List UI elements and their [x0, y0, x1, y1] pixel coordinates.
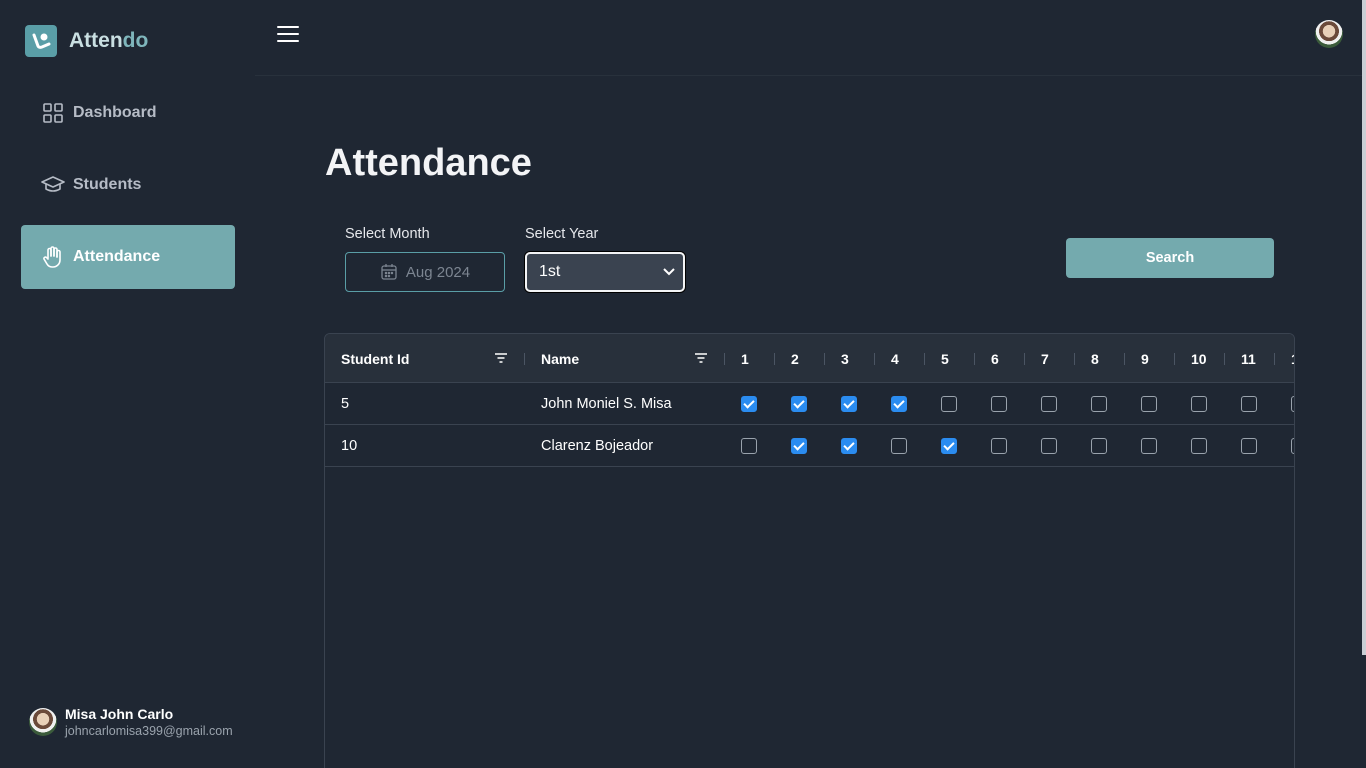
user-profile[interactable]: Misa John Carlo johncarlomisa399@gmail.c… [29, 706, 233, 738]
column-separator[interactable] [824, 353, 825, 365]
cell-name: Clarenz Bojeador [541, 438, 654, 454]
search-button[interactable]: Search [1066, 238, 1274, 278]
table-row: 10 Clarenz Bojeador [325, 425, 1294, 467]
column-separator[interactable] [1224, 353, 1225, 365]
attendance-checkbox[interactable] [941, 438, 957, 454]
year-value: 1st [539, 263, 561, 280]
attendance-checkbox[interactable] [941, 396, 957, 412]
table-header: Student Id Name 12345678910111 [325, 334, 1294, 383]
column-header-day[interactable]: 3 [841, 334, 849, 383]
column-header-day[interactable]: 5 [941, 334, 949, 383]
attendance-checkbox[interactable] [1241, 438, 1257, 454]
filter-icon[interactable] [694, 351, 708, 370]
scrollbar[interactable] [1362, 0, 1366, 655]
graduation-cap-icon [41, 173, 65, 197]
column-separator[interactable] [1024, 353, 1025, 365]
column-separator[interactable] [1274, 353, 1275, 365]
user-email: johncarlomisa399@gmail.com [65, 724, 233, 738]
attendance-checkbox[interactable] [1291, 396, 1294, 412]
column-header-day[interactable]: 6 [991, 334, 999, 383]
column-header-day[interactable]: 10 [1191, 334, 1207, 383]
top-header [255, 0, 1362, 76]
column-separator[interactable] [1074, 353, 1075, 365]
column-separator[interactable] [774, 353, 775, 365]
table-row: 5 John Moniel S. Misa [325, 383, 1294, 425]
filter-icon[interactable] [494, 351, 508, 370]
column-header-day[interactable]: 4 [891, 334, 899, 383]
attendance-checkbox[interactable] [1041, 438, 1057, 454]
sidebar-item-students[interactable]: Students [21, 153, 235, 217]
avatar [29, 708, 57, 736]
column-header-student-id[interactable]: Student Id [341, 334, 409, 383]
column-header-day[interactable]: 7 [1041, 334, 1049, 383]
table-body: 5 John Moniel S. Misa 10 Clarenz Bojeado… [325, 383, 1294, 467]
attendance-checkbox[interactable] [891, 396, 907, 412]
attendance-checkbox[interactable] [1091, 438, 1107, 454]
column-separator[interactable] [924, 353, 925, 365]
column-header-day[interactable]: 1 [741, 334, 749, 383]
cell-student-id: 5 [341, 396, 350, 412]
column-separator[interactable] [1124, 353, 1125, 365]
column-header-day[interactable]: 2 [791, 334, 799, 383]
attendance-checkbox[interactable] [1191, 396, 1207, 412]
attendance-checkbox[interactable] [891, 438, 907, 454]
year-select[interactable]: 1st [525, 252, 685, 292]
column-header-day[interactable]: 9 [1141, 334, 1149, 383]
logo-icon [25, 25, 57, 57]
month-label: Select Month [345, 226, 430, 242]
attendance-checkbox[interactable] [991, 396, 1007, 412]
sidebar-item-label: Attendance [73, 248, 161, 265]
attendance-checkbox[interactable] [991, 438, 1007, 454]
app-logo[interactable]: Attendo [25, 25, 148, 57]
month-value: Aug 2024 [405, 263, 471, 281]
column-separator[interactable] [1174, 353, 1175, 365]
sidebar-item-dashboard[interactable]: Dashboard [21, 81, 235, 145]
attendance-checkbox[interactable] [1141, 396, 1157, 412]
grid-icon [41, 101, 65, 125]
app-name: Attendo [69, 29, 149, 52]
column-header-day[interactable]: 11 [1241, 334, 1256, 383]
hand-icon [41, 245, 65, 269]
attendance-checkbox[interactable] [841, 438, 857, 454]
sidebar-item-attendance[interactable]: Attendance [21, 225, 235, 289]
attendance-table: Student Id Name 12345678910111 5 John Mo… [324, 333, 1295, 768]
user-name: Misa John Carlo [65, 706, 174, 722]
chevron-down-icon [663, 263, 675, 281]
attendance-checkbox[interactable] [841, 396, 857, 412]
cell-name: John Moniel S. Misa [541, 396, 672, 412]
column-separator[interactable] [724, 353, 725, 365]
sidebar: Attendo Dashboard Students Attendance Mi… [0, 0, 255, 768]
page-title: Attendance [325, 142, 532, 184]
cell-student-id: 10 [341, 438, 358, 454]
column-separator[interactable] [874, 353, 875, 365]
column-separator[interactable] [974, 353, 975, 365]
month-picker[interactable]: Aug 2024 [345, 252, 505, 292]
column-header-day[interactable]: 1 [1291, 334, 1294, 383]
attendance-checkbox[interactable] [1041, 396, 1057, 412]
attendance-checkbox[interactable] [1191, 438, 1207, 454]
calendar-icon [380, 263, 398, 281]
attendance-checkbox[interactable] [791, 396, 807, 412]
sidebar-item-label: Dashboard [73, 104, 157, 121]
attendance-checkbox[interactable] [1241, 396, 1257, 412]
attendance-checkbox[interactable] [1091, 396, 1107, 412]
attendance-checkbox[interactable] [741, 396, 757, 412]
attendance-checkbox[interactable] [1141, 438, 1157, 454]
year-label: Select Year [525, 226, 599, 242]
column-header-day[interactable]: 8 [1091, 334, 1099, 383]
attendance-checkbox[interactable] [1291, 438, 1294, 454]
hamburger-icon[interactable] [277, 26, 299, 48]
attendance-checkbox[interactable] [741, 438, 757, 454]
sidebar-item-label: Students [73, 176, 142, 193]
header-avatar[interactable] [1315, 20, 1343, 48]
attendance-checkbox[interactable] [791, 438, 807, 454]
column-header-name[interactable]: Name [541, 334, 579, 383]
column-separator[interactable] [524, 353, 525, 365]
